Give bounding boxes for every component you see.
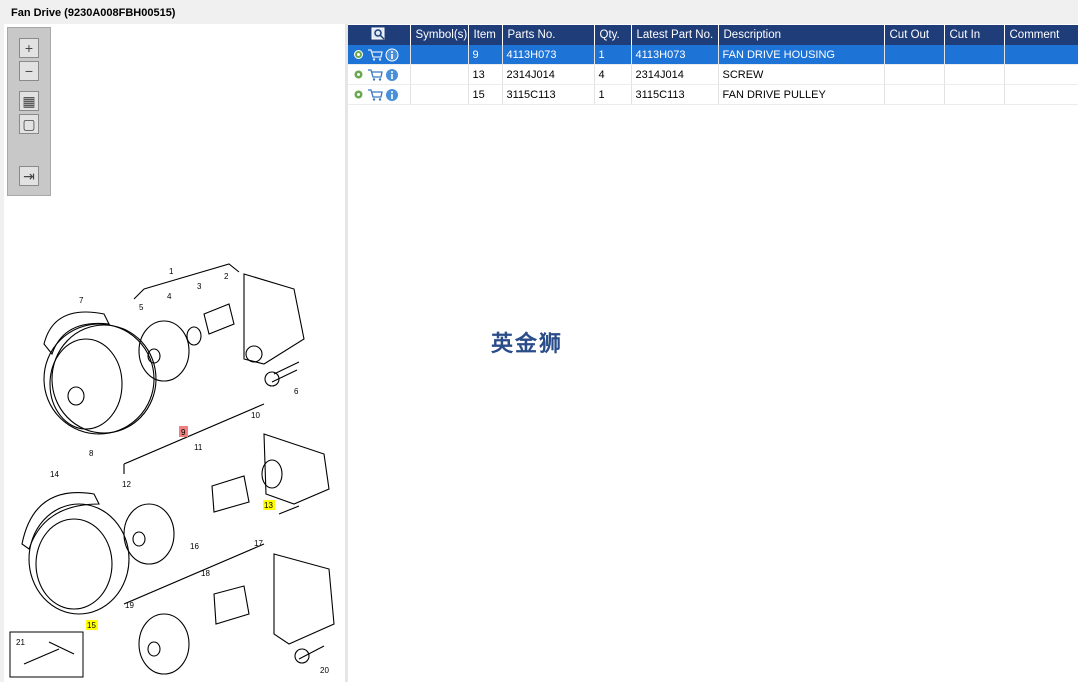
- callout-5: 5: [139, 303, 144, 312]
- fit-window-icon: ▢: [22, 115, 36, 132]
- row-actions: [348, 45, 411, 65]
- table-row[interactable]: 9 4113H073 1 4113H073 FAN DRIVE HOUSING: [348, 45, 1078, 65]
- symbols-cell: [410, 64, 469, 85]
- zoom-out-button[interactable]: −: [19, 61, 39, 81]
- callout-18: 18: [201, 569, 210, 578]
- export-icon: ⇥: [23, 167, 35, 184]
- diagram-pane[interactable]: + − ▦ ▢ ⇥ 1 2 3 4 5 6 7 8 9 10 11 12 13 …: [4, 24, 346, 682]
- description-cell: FAN DRIVE HOUSING: [718, 45, 885, 65]
- column-header-symbols[interactable]: Symbol(s): [410, 25, 469, 45]
- window-title-bar: Fan Drive (9230A008FBH00515): [0, 0, 1078, 24]
- parts-no-cell: 3115C113: [502, 84, 595, 105]
- callout-11: 11: [194, 443, 203, 452]
- fit-grid-button[interactable]: ▦: [19, 91, 39, 111]
- symbols-cell: [410, 84, 469, 105]
- callout-2: 2: [224, 272, 229, 281]
- latest-part-no-cell: 2314J014: [631, 64, 719, 85]
- cart-icon[interactable]: [367, 48, 383, 61]
- column-header-cut-out[interactable]: Cut Out: [884, 25, 945, 45]
- comment-cell: [1004, 45, 1078, 65]
- callout-1: 1: [169, 267, 174, 276]
- symbols-cell: [410, 45, 469, 65]
- callout-15: 15: [87, 621, 96, 630]
- cut-out-cell: [884, 84, 945, 105]
- latest-part-no-cell: 4113H073: [631, 45, 719, 65]
- qty-cell: 1: [594, 84, 632, 105]
- callout-16: 16: [190, 542, 199, 551]
- callout-21: 21: [16, 638, 25, 647]
- cut-in-cell: [944, 64, 1005, 85]
- column-header-comment[interactable]: Comment: [1004, 25, 1078, 45]
- callout-14: 14: [50, 470, 59, 479]
- row-actions: [348, 64, 411, 85]
- exploded-parts-diagram[interactable]: 1 2 3 4 5 6 7 8 9 10 11 12 13 14 15 16 1…: [4, 244, 345, 682]
- callout-19: 19: [125, 601, 134, 610]
- fit-grid-icon: ▦: [22, 92, 36, 109]
- search-parts-icon: [371, 27, 385, 40]
- callout-12: 12: [122, 480, 131, 489]
- gear-icon[interactable]: [352, 68, 365, 81]
- callout-10: 10: [251, 411, 260, 420]
- callout-4: 4: [167, 292, 172, 301]
- zoom-in-button[interactable]: +: [19, 38, 39, 58]
- cut-out-cell: [884, 45, 945, 65]
- parts-no-cell: 2314J014: [502, 64, 595, 85]
- cart-icon[interactable]: [367, 68, 383, 81]
- column-header-tools[interactable]: [348, 25, 411, 45]
- callout-8: 8: [89, 449, 94, 458]
- fit-window-button[interactable]: ▢: [19, 114, 39, 134]
- item-cell: 9: [468, 45, 503, 65]
- latest-part-no-cell: 3115C113: [631, 84, 719, 105]
- info-icon[interactable]: [385, 88, 399, 102]
- watermark: 英金狮: [491, 332, 564, 357]
- table-header-row: Symbol(s) Item Parts No. Qty. Latest Par…: [348, 25, 1078, 45]
- diagram-toolbar: + − ▦ ▢ ⇥: [7, 27, 51, 196]
- parts-no-cell: 4113H073: [502, 45, 595, 65]
- gear-icon[interactable]: [352, 48, 365, 61]
- item-cell: 15: [468, 84, 503, 105]
- comment-cell: [1004, 64, 1078, 85]
- column-header-qty[interactable]: Qty.: [594, 25, 632, 45]
- zoom-out-icon: −: [24, 63, 34, 79]
- zoom-in-icon: +: [24, 40, 34, 56]
- cut-in-cell: [944, 84, 1005, 105]
- callout-9: 9: [181, 428, 186, 437]
- table-row[interactable]: 15 3115C113 1 3115C113 FAN DRIVE PULLEY: [348, 84, 1078, 105]
- qty-cell: 1: [594, 45, 632, 65]
- cut-in-cell: [944, 45, 1005, 65]
- column-header-cut-in[interactable]: Cut In: [944, 25, 1005, 45]
- column-header-item[interactable]: Item: [468, 25, 503, 45]
- callout-7: 7: [79, 296, 84, 305]
- row-actions: [348, 84, 411, 105]
- callout-6: 6: [294, 387, 299, 396]
- qty-cell: 4: [594, 64, 632, 85]
- export-button[interactable]: ⇥: [19, 166, 39, 186]
- callout-17: 17: [254, 539, 263, 548]
- column-header-latest-part-no[interactable]: Latest Part No.: [631, 25, 719, 45]
- callout-13: 13: [264, 501, 273, 510]
- callout-20: 20: [320, 666, 329, 675]
- description-cell: FAN DRIVE PULLEY: [718, 84, 885, 105]
- comment-cell: [1004, 84, 1078, 105]
- description-cell: SCREW: [718, 64, 885, 85]
- item-cell: 13: [468, 64, 503, 85]
- cart-icon[interactable]: [367, 88, 383, 101]
- window-title: Fan Drive (9230A008FBH00515): [11, 7, 176, 19]
- parts-list-pane: Symbol(s) Item Parts No. Qty. Latest Par…: [348, 24, 1078, 682]
- parts-table: Symbol(s) Item Parts No. Qty. Latest Par…: [348, 25, 1078, 105]
- column-header-description[interactable]: Description: [718, 25, 885, 45]
- column-header-parts-no[interactable]: Parts No.: [502, 25, 595, 45]
- callout-3: 3: [197, 282, 202, 291]
- info-icon[interactable]: [385, 68, 399, 82]
- info-icon[interactable]: [385, 48, 399, 62]
- gear-icon[interactable]: [352, 88, 365, 101]
- table-row[interactable]: 13 2314J014 4 2314J014 SCREW: [348, 64, 1078, 85]
- cut-out-cell: [884, 64, 945, 85]
